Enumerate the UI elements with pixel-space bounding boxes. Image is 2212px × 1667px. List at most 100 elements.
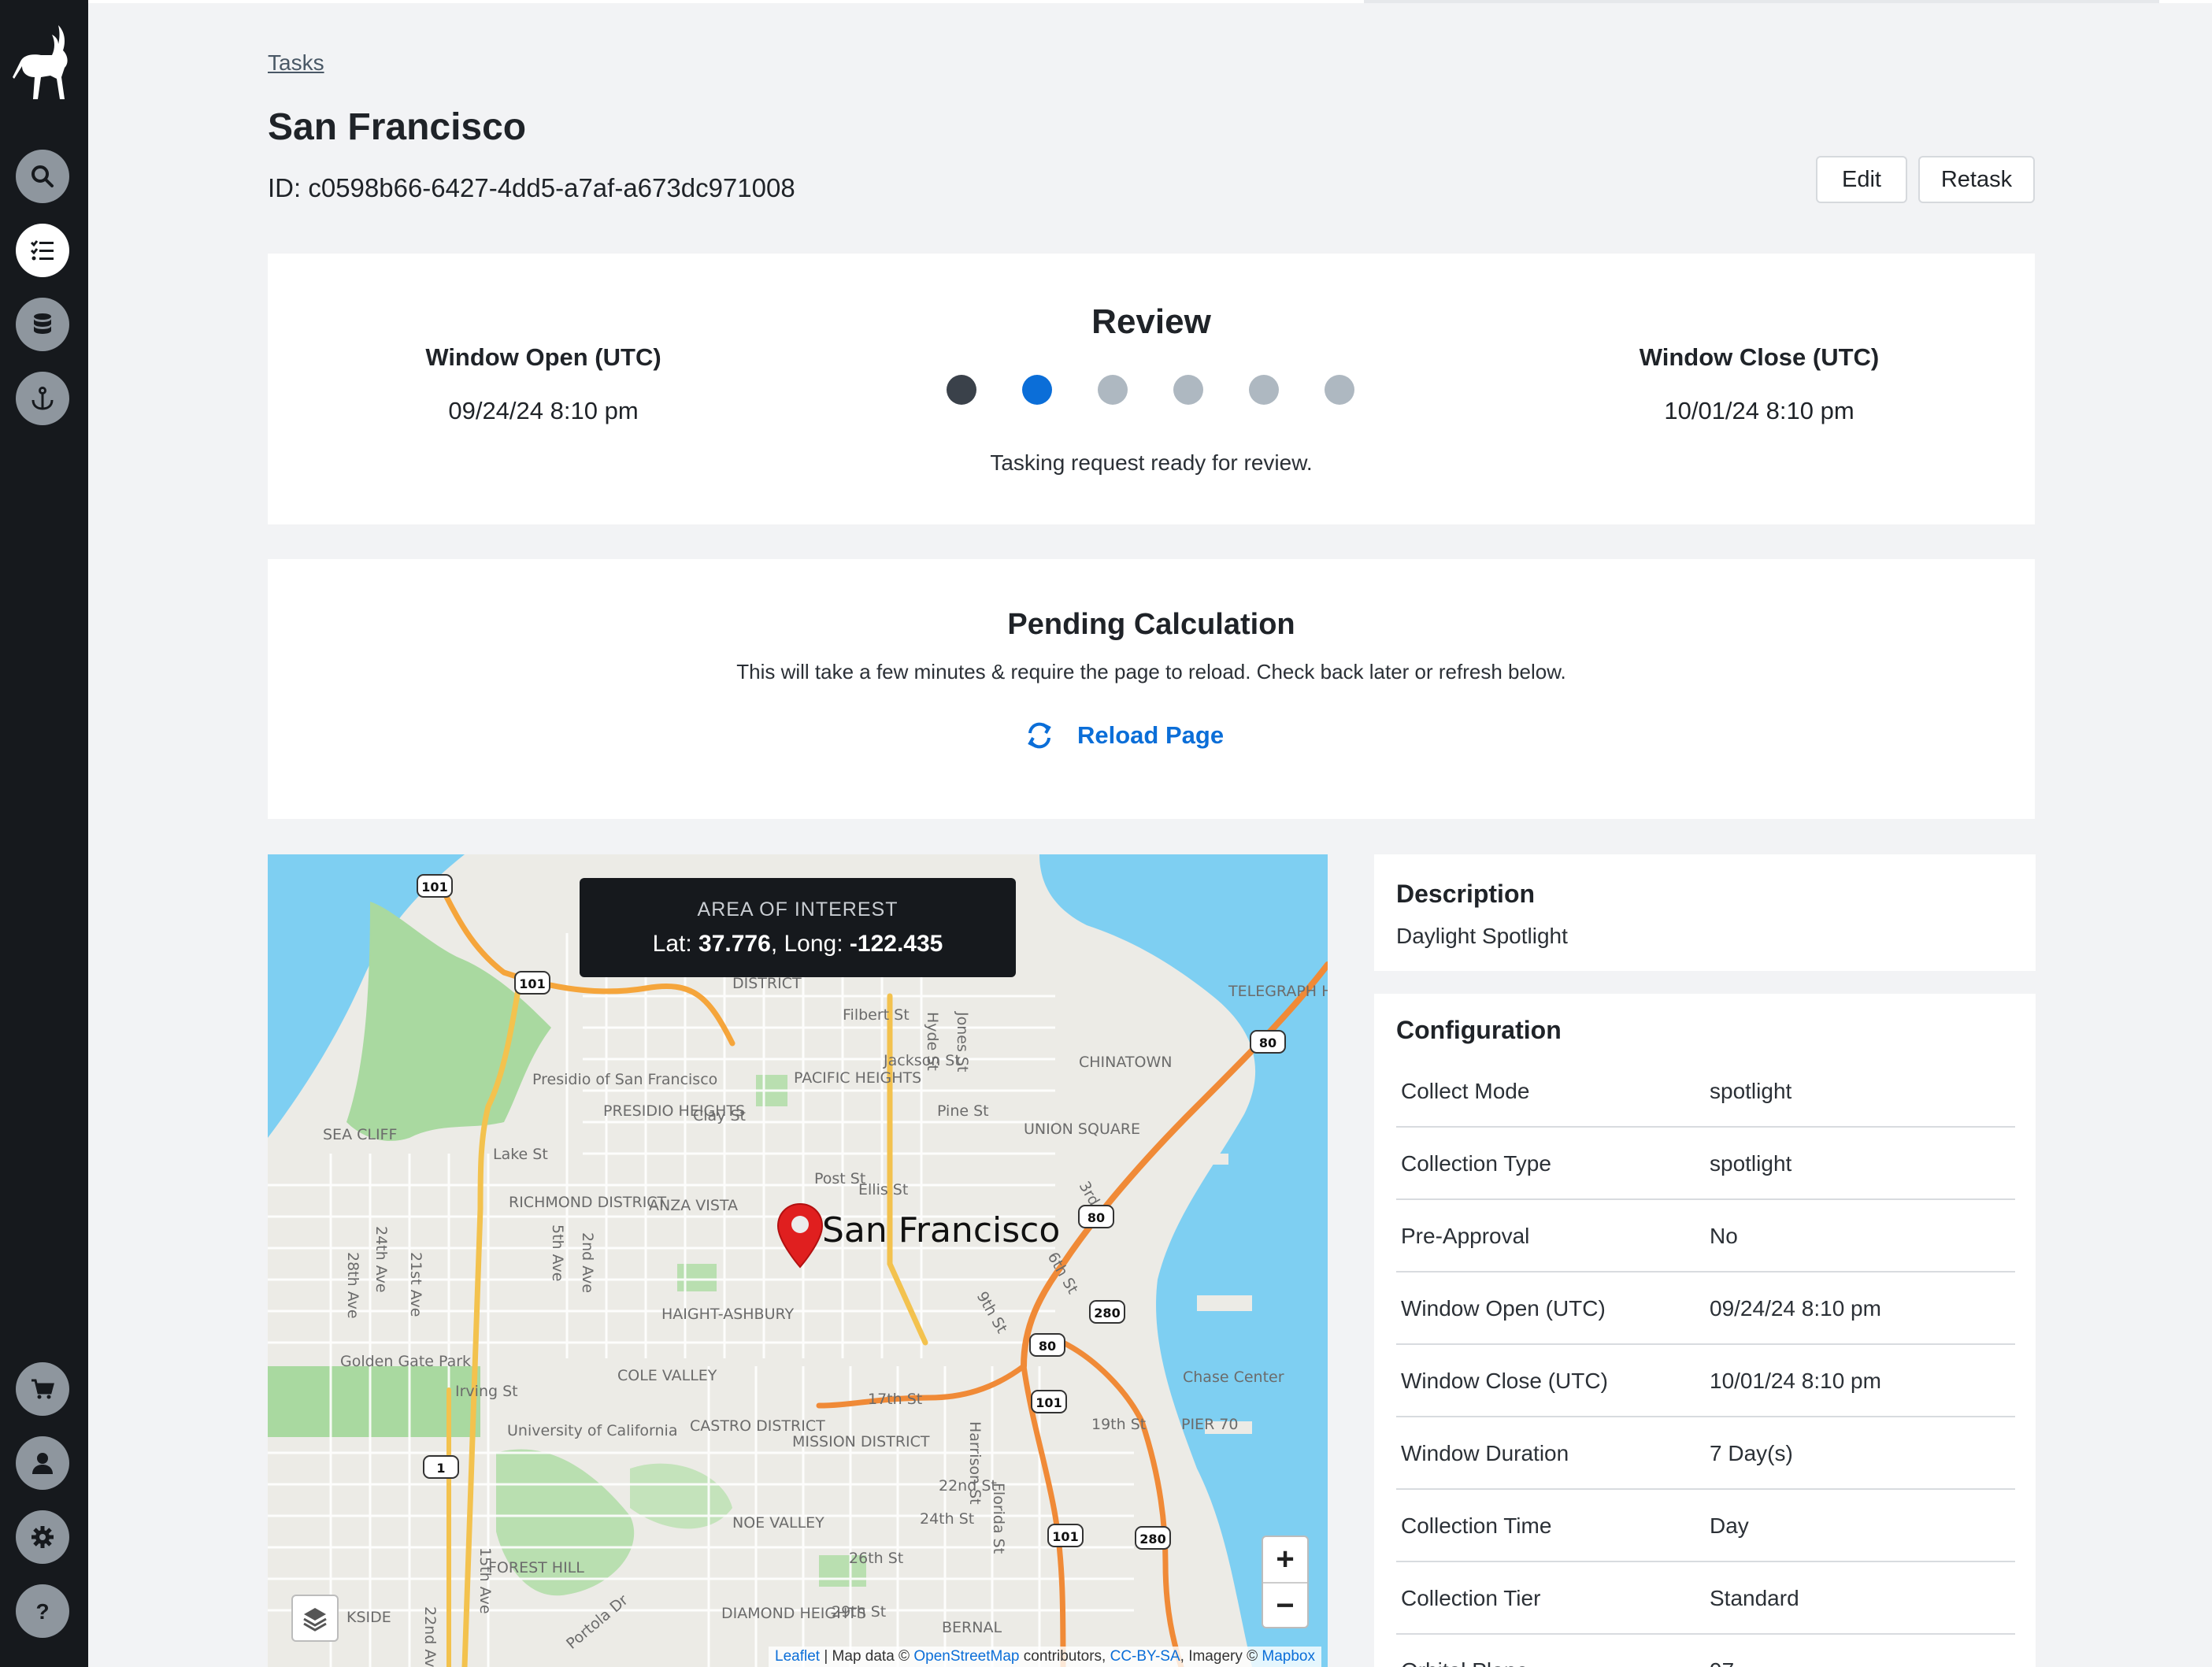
nav-cart-button[interactable] [16, 1362, 69, 1416]
map-label: KSIDE [346, 1609, 391, 1626]
map-label: 24th St [920, 1510, 974, 1528]
osm-link[interactable]: OpenStreetMap [913, 1648, 1019, 1665]
highway-shield: 101 [417, 874, 453, 898]
map-label: 29th St [832, 1603, 886, 1621]
breadcrumb-tasks-link[interactable]: Tasks [268, 50, 324, 76]
map-label: ANZA VISTA [649, 1197, 738, 1214]
highway-shield-label: 80 [1039, 1339, 1056, 1354]
config-row: Window Close (UTC) 10/01/24 8:10 pm [1396, 1345, 2015, 1417]
window-close-label: Window Close (UTC) [1639, 343, 1880, 371]
highway-shield-label: 80 [1087, 1210, 1105, 1225]
highway-shield: 1 [423, 1455, 459, 1479]
config-value: 10/01/24 8:10 pm [1710, 1369, 1881, 1393]
map-label: 22nd St [939, 1477, 997, 1495]
tasks-icon [30, 240, 54, 261]
nav-anchor-button[interactable] [16, 372, 69, 425]
mapbox-link[interactable]: Mapbox [1262, 1648, 1315, 1665]
location-pin-icon[interactable] [775, 1202, 825, 1269]
config-key: Orbital Plane [1401, 1658, 1528, 1667]
config-row: Window Open (UTC) 09/24/24 8:10 pm [1396, 1272, 2015, 1345]
map-label: Presidio of San Francisco [532, 1071, 717, 1088]
map-label: 15th Ave [476, 1547, 494, 1614]
description-label: Description [1396, 880, 1536, 908]
map-label: SEA CLIFF [323, 1126, 397, 1143]
config-value: 7 Day(s) [1710, 1441, 1793, 1465]
page-title: San Francisco [268, 106, 527, 148]
map-label: PIER 70 [1181, 1416, 1238, 1433]
progress-step-dot [947, 375, 976, 405]
highway-shield: 101 [1031, 1390, 1067, 1413]
map-label: Pine St [937, 1102, 989, 1120]
progress-step-dot [1249, 375, 1279, 405]
gear-icon [31, 1526, 54, 1548]
svg-text:?: ? [35, 1599, 49, 1624]
long-value: -122.435 [849, 931, 943, 957]
map-label: 17th St [868, 1391, 922, 1408]
map[interactable]: DISTRICTTELEGRAPH HILLFilbert StHyde StJ… [268, 854, 1328, 1667]
nav-search-button[interactable] [16, 150, 69, 203]
layers-button[interactable] [291, 1595, 339, 1642]
window-close-block: Window Close (UTC) 10/01/24 8:10 pm [1602, 343, 1917, 425]
config-row: Collection Tier Standard [1396, 1562, 2015, 1635]
config-value: 97 [1710, 1658, 1734, 1667]
goat-logo-icon[interactable] [9, 20, 74, 102]
nav-settings-button[interactable] [16, 1510, 69, 1564]
map-label: 24th Ave [372, 1226, 390, 1293]
nav-help-button[interactable]: ? [16, 1584, 69, 1638]
progress-step-dot [1098, 375, 1128, 405]
attribution-text-2: contributors, [1019, 1648, 1110, 1665]
nav-account-button[interactable] [16, 1436, 69, 1490]
map-label: University of California [507, 1422, 677, 1439]
window-open-block: Window Open (UTC) 09/24/24 8:10 pm [386, 343, 701, 425]
config-key: Collect Mode [1401, 1079, 1530, 1103]
zoom-control: + − [1262, 1535, 1309, 1628]
nav-data-button[interactable] [16, 298, 69, 351]
map-label: Golden Gate Park [340, 1353, 471, 1370]
cart-icon [31, 1379, 54, 1399]
edit-button[interactable]: Edit [1816, 156, 1907, 203]
map-label: 2nd Ave [579, 1232, 596, 1293]
map-label: COLE VALLEY [617, 1367, 717, 1384]
config-key: Window Duration [1401, 1441, 1569, 1465]
map-label: Irving St [455, 1383, 518, 1400]
config-row: Collection Type spotlight [1396, 1128, 2015, 1200]
highway-shield: 80 [1250, 1030, 1286, 1054]
search-icon [31, 165, 54, 187]
config-key: Window Close (UTC) [1401, 1369, 1608, 1393]
leaflet-link[interactable]: Leaflet [775, 1648, 820, 1665]
highway-shield: 80 [1078, 1205, 1114, 1228]
map-label: DISTRICT [732, 975, 802, 992]
configuration-label: Configuration [1396, 1016, 1562, 1044]
calculation-title: Pending Calculation [1007, 608, 1295, 641]
layers-icon [303, 1608, 327, 1632]
zoom-out-button[interactable]: − [1263, 1584, 1307, 1628]
attribution-text-3: , Imagery © [1180, 1648, 1262, 1665]
config-row: Collect Mode spotlight [1396, 1055, 2015, 1128]
zoom-in-button[interactable]: + [1263, 1537, 1307, 1582]
highway-shield: 101 [514, 971, 550, 995]
map-label: Filbert St [843, 1006, 910, 1024]
highway-shield-label: 101 [421, 880, 447, 895]
map-city-label: San Francisco [822, 1210, 1061, 1250]
configuration-card: Configuration Collect Mode spotlight Colle… [1374, 994, 2036, 1667]
map-label: 28th Ave [344, 1252, 361, 1319]
reload-page-button[interactable]: Reload Page [1024, 720, 1224, 751]
map-label: PACIFIC HEIGHTS [794, 1069, 921, 1087]
top-strip-segment [1364, 0, 2159, 3]
retask-button[interactable]: Retask [1918, 156, 2035, 203]
map-label: Ellis St [858, 1181, 908, 1198]
map-label: Jackson St [883, 1052, 961, 1069]
config-value: No [1710, 1224, 1738, 1248]
description-card: Description Daylight Spotlight [1374, 854, 2036, 971]
config-value: spotlight [1710, 1151, 1792, 1176]
config-key: Collection Time [1401, 1513, 1552, 1538]
window-close-value: 10/01/24 8:10 pm [1664, 397, 1854, 424]
config-row: Pre-Approval No [1396, 1200, 2015, 1272]
nav-tasks-button[interactable] [16, 224, 69, 277]
map-label: HAIGHT-ASHBURY [661, 1306, 794, 1323]
license-link[interactable]: CC-BY-SA [1110, 1648, 1180, 1665]
long-label: Long: [784, 931, 843, 957]
config-row: Orbital Plane 97 [1396, 1635, 2015, 1667]
highway-shield-label: 101 [1036, 1395, 1062, 1410]
area-of-interest-tooltip: AREA OF INTEREST Lat: 37.776, Long: -122… [580, 878, 1016, 977]
